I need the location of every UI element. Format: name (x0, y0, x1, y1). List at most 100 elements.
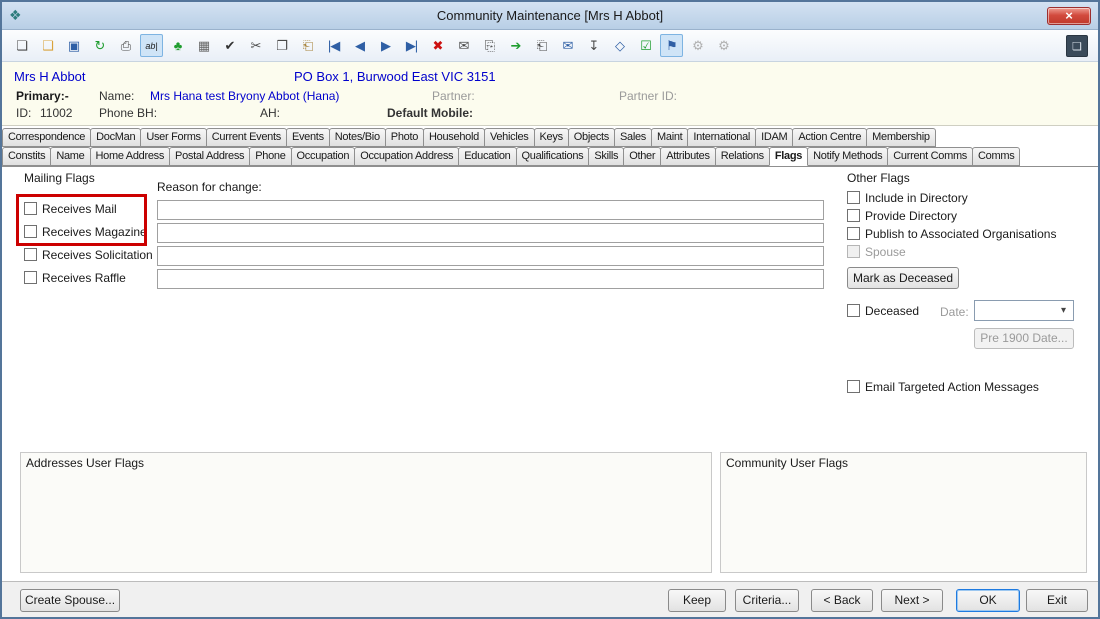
title-bar[interactable]: ❖ Community Maintenance [Mrs H Abbot] × (2, 2, 1098, 30)
checkbox-box[interactable] (847, 245, 860, 258)
ok-button[interactable]: OK (956, 589, 1020, 612)
checkbox-box[interactable] (24, 202, 37, 215)
next-record-icon[interactable]: ▶ (374, 34, 397, 57)
tab-docman[interactable]: DocMan (90, 128, 142, 147)
tab-qualifications[interactable]: Qualifications (515, 147, 590, 166)
tab-other[interactable]: Other (623, 147, 662, 166)
sync-gears-icon[interactable]: ⚙ (712, 34, 735, 57)
reason-for-change-input-4[interactable] (157, 269, 824, 289)
tab-keys[interactable]: Keys (533, 128, 569, 147)
settings-gears-icon[interactable]: ⚙ (686, 34, 709, 57)
tab-international[interactable]: International (687, 128, 757, 147)
tag-icon[interactable]: ◇ (608, 34, 631, 57)
tab-vehicles[interactable]: Vehicles (483, 128, 535, 147)
clipboard-export-icon[interactable]: ↧ (582, 34, 605, 57)
send-to-icon[interactable]: ⎘ (478, 34, 501, 57)
spellcheck-icon[interactable]: ✔ (218, 34, 241, 57)
tab-membership[interactable]: Membership (866, 128, 936, 147)
exit-button[interactable]: Exit (1026, 589, 1088, 612)
textbox-edit-icon[interactable]: ab| (140, 34, 163, 57)
chevron-down-icon[interactable]: ▾ (1055, 302, 1072, 319)
first-record-icon[interactable]: |◀ (322, 34, 345, 57)
tab-events[interactable]: Events (285, 128, 330, 147)
previous-record-icon[interactable]: ◀ (348, 34, 371, 57)
tab-occupation[interactable]: Occupation (290, 147, 356, 166)
close-button[interactable]: × (1047, 7, 1091, 25)
cut-icon[interactable]: ✂ (244, 34, 267, 57)
tree-icon[interactable]: ♣ (166, 34, 189, 57)
checkbox-receives-magazine[interactable]: Receives Magazine (24, 224, 153, 239)
back-button[interactable]: < Back (811, 589, 873, 612)
email-icon[interactable]: ✉ (452, 34, 475, 57)
checkbox-publish-to-associated-organisations[interactable]: Publish to Associated Organisations (847, 226, 1056, 241)
tab-occupation-address[interactable]: Occupation Address (354, 147, 460, 166)
tab-current-events[interactable]: Current Events (205, 128, 287, 147)
tab-user-forms[interactable]: User Forms (140, 128, 207, 147)
criteria-button[interactable]: Criteria... (735, 589, 799, 612)
table-icon[interactable]: ▦ (192, 34, 215, 57)
checkbox-spouse[interactable]: Spouse (847, 244, 1056, 259)
checkbox-box[interactable] (847, 304, 860, 317)
checkbox-box[interactable] (847, 380, 860, 393)
pushpin-icon[interactable]: ⚑ (660, 34, 683, 57)
tab-correspondence[interactable]: Correspondence (2, 128, 92, 147)
tab-constits[interactable]: Constits (2, 147, 52, 166)
checkbox-box[interactable] (847, 227, 860, 240)
checkbox-box[interactable] (24, 248, 37, 261)
tab-idam[interactable]: IDAM (755, 128, 794, 147)
refresh-icon[interactable]: ↻ (88, 34, 111, 57)
checkbox-box[interactable] (847, 209, 860, 222)
keep-button[interactable]: Keep (668, 589, 726, 612)
clipboard-import-icon[interactable]: ⎗ (530, 34, 553, 57)
tab-photo[interactable]: Photo (384, 128, 425, 147)
reason-for-change-input-1[interactable] (157, 200, 824, 220)
pre-1900-date-button[interactable]: Pre 1900 Date... (974, 328, 1074, 349)
checkbox-receives-solicitation[interactable]: Receives Solicitation (24, 247, 153, 262)
tab-comms[interactable]: Comms (972, 147, 1021, 166)
checkbox-email-targeted-action-messages[interactable]: Email Targeted Action Messages (847, 379, 1039, 394)
checkbox-box[interactable] (24, 225, 37, 238)
checkbox-receives-raffle[interactable]: Receives Raffle (24, 270, 153, 285)
tab-current-comms[interactable]: Current Comms (887, 147, 974, 166)
tab-household[interactable]: Household (423, 128, 485, 147)
create-spouse-button[interactable]: Create Spouse... (20, 589, 120, 612)
tab-maint[interactable]: Maint (651, 128, 689, 147)
next-button[interactable]: Next > (881, 589, 943, 612)
tab-action-centre[interactable]: Action Centre (792, 128, 868, 147)
new-document-icon[interactable]: ❏ (10, 34, 33, 57)
tab-phone[interactable]: Phone (249, 147, 292, 166)
delete-icon[interactable]: ✖ (426, 34, 449, 57)
copy-icon[interactable]: ❐ (270, 34, 293, 57)
checkbox-box[interactable] (847, 191, 860, 204)
save-icon[interactable]: ▣ (62, 34, 85, 57)
tab-skills[interactable]: Skills (588, 147, 625, 166)
tab-sales[interactable]: Sales (613, 128, 653, 147)
tab-flags[interactable]: Flags (768, 147, 809, 166)
reason-for-change-input-2[interactable] (157, 223, 824, 243)
tab-home-address[interactable]: Home Address (89, 147, 171, 166)
open-folder-icon[interactable]: ❑ (36, 34, 59, 57)
checkbox-deceased[interactable]: Deceased (847, 303, 919, 318)
deceased-date-select[interactable]: ▾ (974, 300, 1074, 321)
panel-toggle-icon[interactable]: ❏ (1066, 35, 1088, 57)
print-icon[interactable]: ⎙ (114, 34, 137, 57)
checklist-icon[interactable]: ☑ (634, 34, 657, 57)
tab-education[interactable]: Education (458, 147, 517, 166)
checkbox-provide-directory[interactable]: Provide Directory (847, 208, 1056, 223)
checkbox-box[interactable] (24, 271, 37, 284)
tab-notes-bio[interactable]: Notes/Bio (328, 128, 386, 147)
clipboard-mail-icon[interactable]: ✉ (556, 34, 579, 57)
forward-icon[interactable]: ➔ (504, 34, 527, 57)
tab-name[interactable]: Name (50, 147, 91, 166)
tab-postal-address[interactable]: Postal Address (169, 147, 251, 166)
tab-notify-methods[interactable]: Notify Methods (807, 147, 889, 166)
last-record-icon[interactable]: ▶| (400, 34, 423, 57)
mark-as-deceased-button[interactable]: Mark as Deceased (847, 267, 959, 289)
tab-objects[interactable]: Objects (567, 128, 615, 147)
tab-relations[interactable]: Relations (714, 147, 770, 166)
checkbox-include-in-directory[interactable]: Include in Directory (847, 190, 1056, 205)
reason-for-change-input-3[interactable] (157, 246, 824, 266)
tab-attributes[interactable]: Attributes (660, 147, 716, 166)
paste-icon[interactable]: ⎗ (296, 34, 319, 57)
checkbox-receives-mail[interactable]: Receives Mail (24, 201, 153, 216)
